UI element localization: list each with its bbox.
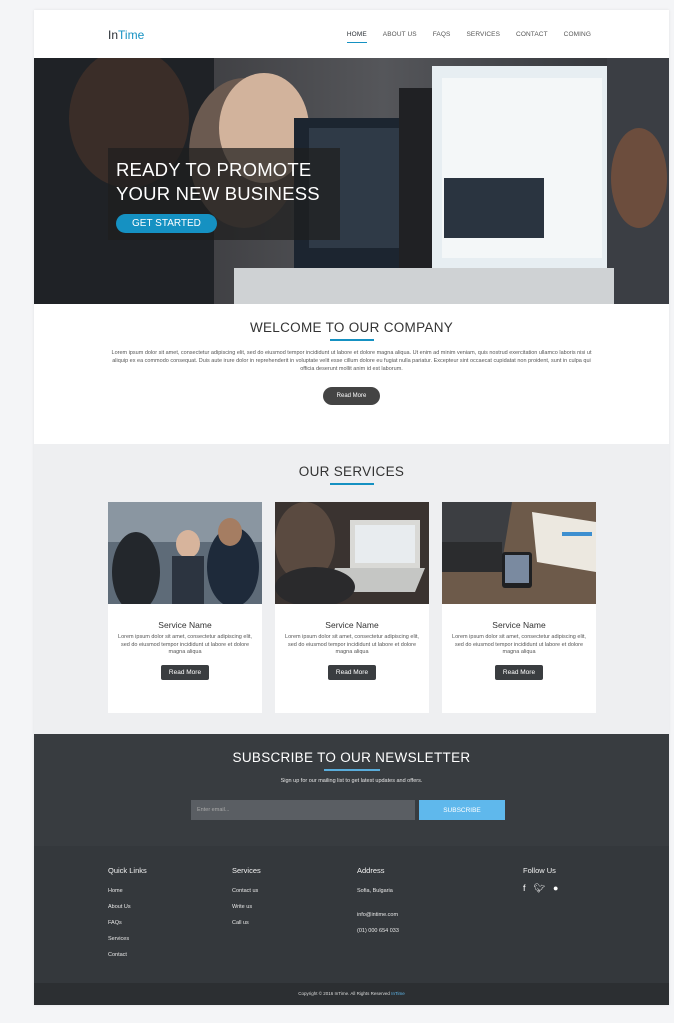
nav-item-about-us[interactable]: ABOUT US (383, 31, 417, 43)
footer-quick-links: Quick Links Home About Us FAQs Services … (108, 866, 147, 963)
service-card-text: Lorem ipsum dolor sit amet, consectetur … (285, 634, 419, 655)
address-phone: (01) 000 654 033 (357, 928, 399, 934)
nav-item-services[interactable]: SERVICES (466, 31, 500, 43)
services-title: OUR SERVICES (298, 464, 405, 479)
service-card-title: Service Name (158, 620, 212, 630)
service-read-more-button[interactable]: Read More (494, 664, 544, 680)
subscribe-button[interactable]: SUBSCRIBE (419, 800, 505, 820)
twitter-icon[interactable]: 🐦︎ (534, 883, 545, 893)
copyright-link[interactable]: InTime (391, 991, 405, 996)
footer-link-write-us[interactable]: Write us (232, 899, 261, 915)
footer-heading: Follow Us (523, 866, 556, 875)
nav-item-faqs[interactable]: FAQS (433, 31, 451, 43)
logo-prefix: In (108, 28, 119, 42)
hero-title-line-2: YOUR NEW BUSINESS (116, 183, 320, 204)
service-read-more-button[interactable]: Read More (327, 664, 377, 680)
facebook-icon[interactable]: f (523, 883, 526, 893)
top-navigation: InTime HOME ABOUT US FAQS SERVICES CONTA… (34, 10, 669, 58)
newsletter-form: SUBSCRIBE (191, 800, 505, 820)
hero-title: READY TO PROMOTE YOUR NEW BUSINESS (116, 158, 332, 206)
email-input[interactable] (191, 800, 415, 820)
footer-link-contact-us[interactable]: Contact us (232, 883, 261, 899)
service-card-text: Lorem ipsum dolor sit amet, consectetur … (452, 634, 586, 655)
footer-heading: Quick Links (108, 866, 147, 875)
newsletter-section: SUBSCRIBE TO OUR NEWSLETTER Sign up for … (34, 734, 669, 846)
footer-link-services[interactable]: Services (108, 931, 147, 947)
address-location: Sofia, Bulgaria (357, 888, 393, 894)
logo-suffix: Time (118, 28, 145, 42)
footer-services: Services Contact us Write us Call us (232, 866, 261, 931)
footer-follow: Follow Us f 🐦︎ ● (523, 866, 558, 893)
title-underline (329, 339, 374, 341)
footer-link-call-us[interactable]: Call us (232, 915, 261, 931)
hero-banner: READY TO PROMOTE YOUR NEW BUSINESS GET S… (34, 58, 669, 304)
footer-link-home[interactable]: Home (108, 883, 147, 899)
get-started-button[interactable]: GET STARTED (116, 214, 217, 233)
hero-title-line-1: READY TO PROMOTE (116, 159, 312, 180)
service-card-text: Lorem ipsum dolor sit amet, consectetur … (118, 634, 252, 655)
welcome-section: WELCOME TO OUR COMPANY Lorem ipsum dolor… (34, 320, 669, 405)
footer-address: Address Sofia, Bulgaria info@intime.com … (357, 866, 399, 939)
footer-heading: Address (357, 866, 385, 875)
footer-link-about-us[interactable]: About Us (108, 899, 147, 915)
copyright-text: Copyright © 2016 InTime. All Rights Rese… (298, 991, 390, 996)
newsletter-title: SUBSCRIBE TO OUR NEWSLETTER (232, 750, 471, 765)
service-image-laptop (275, 502, 429, 604)
title-underline (323, 769, 380, 771)
newsletter-subtitle: Sign up for our mailing list to get late… (280, 778, 423, 784)
copyright-bar: Copyright © 2016 InTime. All Rights Rese… (34, 983, 669, 1005)
footer-link-contact[interactable]: Contact (108, 947, 147, 963)
service-image-meeting (108, 502, 262, 604)
address-email[interactable]: info@intime.com (357, 907, 399, 923)
main-menu: HOME ABOUT US FAQS SERVICES CONTACT COMI… (331, 31, 591, 43)
read-more-button[interactable]: Read More (322, 387, 381, 405)
welcome-title: WELCOME TO OUR COMPANY (249, 320, 454, 335)
service-card: Service Name Lorem ipsum dolor sit amet,… (108, 502, 262, 713)
nav-item-home[interactable]: HOME (346, 31, 367, 43)
welcome-text: Lorem ipsum dolor sit amet, consectetur … (111, 350, 592, 372)
nav-item-coming[interactable]: COMING (564, 31, 591, 43)
service-image-desk (442, 502, 596, 604)
social-icons: f 🐦︎ ● (523, 883, 558, 893)
service-card-title: Service Name (325, 620, 379, 630)
nav-item-contact[interactable]: CONTACT (516, 31, 548, 43)
service-read-more-button[interactable]: Read More (160, 664, 210, 680)
footer: Quick Links Home About Us FAQs Services … (34, 846, 669, 983)
github-icon[interactable]: ● (553, 883, 558, 893)
footer-link-faqs[interactable]: FAQs (108, 915, 147, 931)
title-underline (329, 483, 374, 485)
services-section: OUR SERVICES Service Name Lorem ipsum do… (34, 444, 669, 734)
logo[interactable]: InTime (108, 28, 144, 42)
service-card-title: Service Name (492, 620, 546, 630)
service-cards: Service Name Lorem ipsum dolor sit amet,… (108, 502, 596, 713)
hero-callout: READY TO PROMOTE YOUR NEW BUSINESS GET S… (108, 148, 340, 240)
footer-heading: Services (232, 866, 261, 875)
service-card: Service Name Lorem ipsum dolor sit amet,… (442, 502, 596, 713)
service-card: Service Name Lorem ipsum dolor sit amet,… (275, 502, 429, 713)
page: InTime HOME ABOUT US FAQS SERVICES CONTA… (34, 10, 669, 1005)
